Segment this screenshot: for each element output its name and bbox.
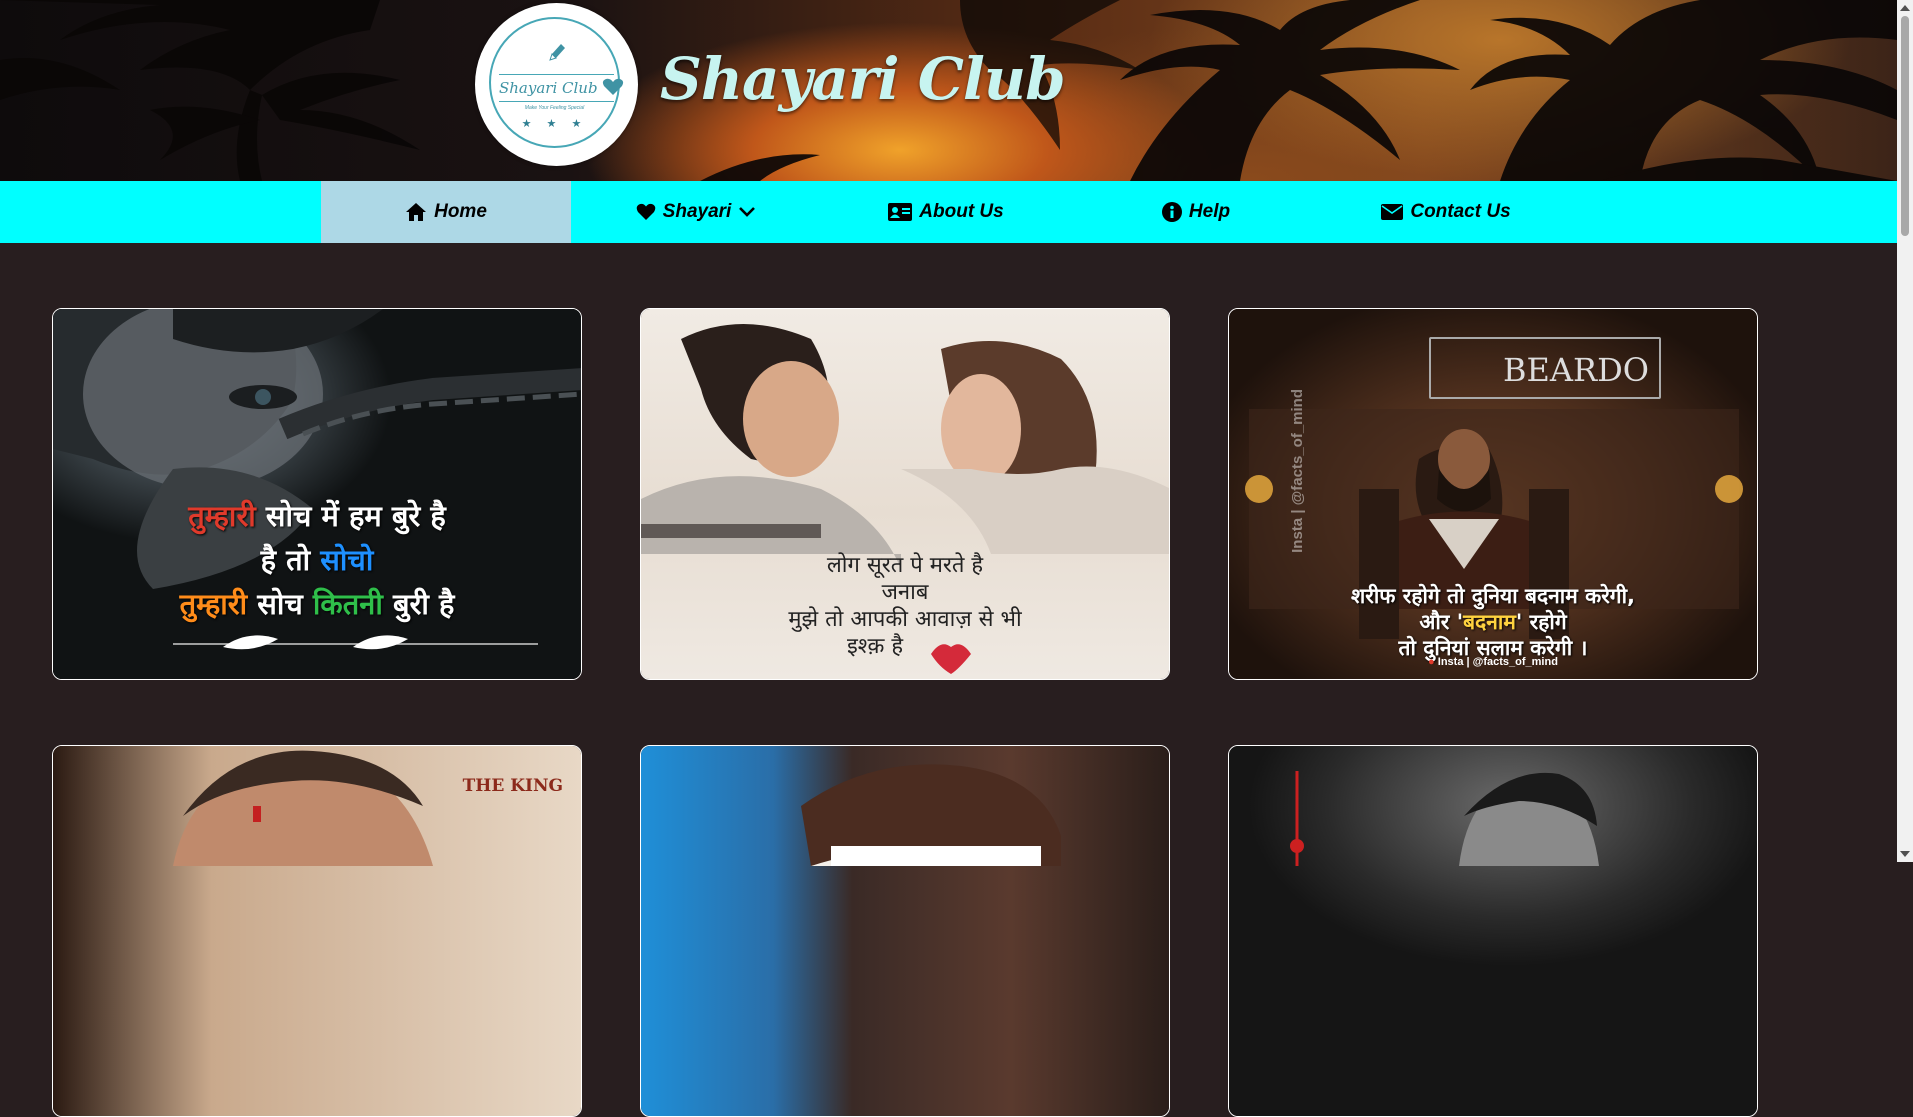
shayari-line: इश्क़ है: [846, 634, 904, 659]
nav-label: Home: [434, 201, 487, 222]
nav-item-shayari[interactable]: Shayari: [571, 181, 821, 243]
shayari-card[interactable]: BEARDO Insta | @facts_of_mind शरीफ रहोगे…: [1228, 308, 1758, 680]
shayari-line: जनाब: [881, 580, 929, 605]
header-banner: Shayari Club Make Your Feeling Special ★…: [0, 0, 1897, 181]
shayari-line: तुम्हारी सोच में हम बुरे है: [188, 499, 446, 533]
person-with-headband-illustration: [801, 764, 1061, 866]
shayari-line: है तो सोचो: [260, 543, 374, 577]
nav-item-help[interactable]: Help: [1071, 181, 1321, 243]
card-image: [1229, 746, 1757, 1116]
nav-label: About Us: [919, 201, 1004, 222]
shayari-line: और 'बदनाम' रहोगे: [1419, 610, 1567, 634]
info-circle-icon: [1161, 202, 1182, 222]
shayari-card[interactable]: [640, 745, 1170, 1117]
nav-item-about[interactable]: About Us: [821, 181, 1071, 243]
child-portrait-illustration: [1290, 771, 1599, 866]
chevron-down-icon: [739, 207, 756, 217]
shayari-card[interactable]: लोग सूरत पे मरते है जनाब मुझे तो आपकी आव…: [640, 308, 1170, 680]
site-logo[interactable]: Shayari Club Make Your Feeling Special ★…: [475, 3, 638, 166]
brand-sign: BEARDO: [1429, 337, 1661, 399]
nav-item-contact[interactable]: Contact Us: [1321, 181, 1571, 243]
nav-label: Help: [1188, 201, 1231, 222]
home-icon: [406, 203, 427, 221]
card-image: [53, 746, 581, 1116]
page-scrollbar[interactable]: [1897, 0, 1913, 862]
main-navbar: Home Shayari About Us Help Contact Us: [0, 181, 1897, 243]
logo-tagline: Make Your Feeling Special: [524, 105, 585, 111]
nav-label: Shayari: [662, 201, 732, 222]
envelope-icon: [1381, 204, 1404, 220]
scroll-down-arrow-icon[interactable]: [1900, 851, 1910, 857]
heart-icon: [636, 203, 655, 220]
scrollbar-thumb[interactable]: [1901, 16, 1909, 236]
shayari-line: लोग सूरत पे मरते है: [826, 553, 984, 578]
shayari-line: शरीफ रहोगे तो दुनिया बदनाम करेगी,: [1350, 584, 1636, 608]
logo-ring: Shayari Club Make Your Feeling Special ★…: [489, 17, 624, 148]
shayari-card[interactable]: [1228, 745, 1758, 1117]
shayari-card[interactable]: THE KING: [52, 745, 582, 1117]
scroll-up-arrow-icon[interactable]: [1900, 5, 1910, 11]
watermark-text: Insta | @facts_of_mind: [1289, 389, 1306, 553]
card-overlay-text: THE KING: [462, 776, 563, 796]
watermark-footer: ● Insta | @facts_of_mind: [1428, 656, 1558, 668]
card-image: [641, 746, 1169, 1116]
id-card-icon: [888, 203, 913, 221]
shayari-card[interactable]: तुम्हारी सोच में हम बुरे है है तो सोचो त…: [52, 308, 582, 680]
site-title: Shayari Club: [660, 45, 1066, 113]
nav-item-home[interactable]: Home: [321, 181, 571, 243]
logo-name: Shayari Club: [499, 74, 624, 102]
logo-stars: ★ ★ ★: [521, 118, 588, 130]
shayari-line: मुझे तो आपकी आवाज़ से भी: [788, 607, 1022, 632]
shayari-line: तुम्हारी सोच कितनी बुरी है: [179, 587, 455, 621]
nav-label: Contact Us: [1410, 201, 1511, 222]
pen-icon: [549, 44, 565, 61]
man-portrait-illustration: [173, 750, 433, 866]
heart-icon: [603, 78, 624, 95]
